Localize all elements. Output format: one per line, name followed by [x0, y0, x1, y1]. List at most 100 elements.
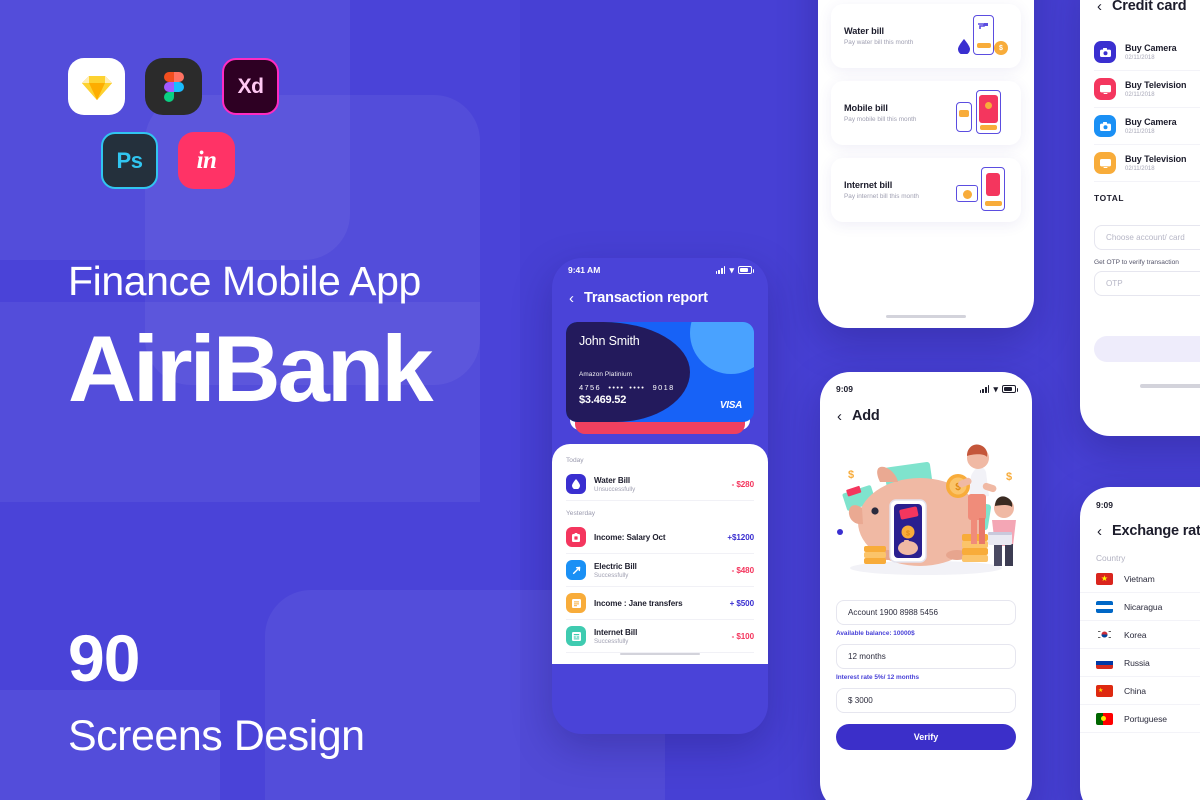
vietnam-flag: ★	[1096, 572, 1113, 585]
mobile-bill-art	[956, 90, 1008, 136]
list-item[interactable]: Buy Television 02/11/2018	[1094, 71, 1200, 108]
nicaragua-flag	[1096, 600, 1113, 613]
transaction-amount: - $100	[731, 631, 754, 641]
television-icon	[1094, 78, 1116, 100]
bill-title: Water bill	[844, 26, 885, 36]
screens-count: 90	[68, 621, 140, 695]
transaction-name: Buy Camera	[1125, 43, 1177, 53]
transaction-date: 02/11/2018	[1125, 92, 1155, 98]
transaction-navbar: ‹ Transaction report	[552, 282, 768, 316]
svg-text:$: $	[848, 469, 854, 481]
card-type: Amazon Platinium	[579, 371, 633, 378]
card-number-mask-1: ••••	[608, 383, 625, 392]
signal-icon	[979, 385, 990, 393]
home-indicator	[620, 653, 700, 655]
total-label: TOTAL	[1094, 193, 1125, 203]
status-icons: ▾	[979, 383, 1018, 394]
interest-rate-helper: Interest rate 5%/ 12 months	[836, 674, 920, 681]
hero-subtitle: Finance Mobile App	[68, 258, 421, 304]
list-item[interactable]: Nicaragua	[1080, 593, 1200, 621]
electric-icon	[566, 560, 586, 580]
page-title: Add	[852, 408, 880, 424]
card-balance: $3.469.52	[579, 394, 627, 406]
back-icon[interactable]: ‹	[1097, 524, 1102, 539]
bill-card-water[interactable]: Water bill Pay water bill this month $	[831, 4, 1021, 68]
day-label-today: Today	[566, 457, 584, 464]
term-field[interactable]: 12 months	[836, 644, 1016, 669]
bills-list: Water bill Pay water bill this month $ M…	[818, 0, 1034, 328]
list-item[interactable]: Buy Camera 02/11/2018	[1094, 34, 1200, 71]
add-body: 9:09 ▾ ‹ Add $ $ $ $ Account 1900 8988 5…	[820, 372, 1032, 800]
card-number-start: 4756	[579, 383, 602, 392]
water-bill-art: $	[956, 13, 1008, 59]
list-item[interactable]: Buy Camera 02/11/2018	[1094, 108, 1200, 145]
account-field[interactable]: Account 1900 8988 5456	[836, 600, 1016, 625]
list-item[interactable]: Portuguese	[1080, 705, 1200, 733]
transaction-name: Income: Salary Oct	[594, 532, 666, 542]
bank-card[interactable]: John Smith Amazon Platinium 4756 •••• ••…	[566, 322, 754, 422]
exchange-rate-screen: 9:09 ‹ Exchange rate Country ★ Vietnam N…	[1080, 487, 1200, 800]
card-number-mask-2: ••••	[629, 383, 646, 392]
back-icon[interactable]: ‹	[569, 291, 574, 306]
table-row[interactable]: Income: Salary Oct +$1200	[566, 521, 754, 554]
transaction-status: Successfully	[594, 571, 629, 579]
add-savings-screen: 9:09 ▾ ‹ Add $ $ $ $ Account 1900 8988 5…	[820, 372, 1032, 800]
transaction-name: Water Bill	[594, 475, 631, 485]
bill-card-internet[interactable]: Internet bill Pay internet bill this mon…	[831, 158, 1021, 222]
otp-input[interactable]: OTP	[1094, 271, 1200, 296]
country-name: China	[1124, 685, 1146, 696]
visa-logo: VISA	[719, 400, 742, 411]
adobe-xd-icon: Xd	[222, 58, 279, 115]
country-name: Korea	[1124, 629, 1147, 640]
credit-card-navbar: ‹ Credit card	[1080, 0, 1200, 24]
transaction-amount: +$1200	[727, 532, 754, 542]
table-row[interactable]: Electric Bill Successfully - $480	[566, 554, 754, 587]
camera-icon	[1094, 41, 1116, 63]
screens-count-label: Screens Design	[68, 712, 365, 760]
list-item[interactable]: Korea	[1080, 621, 1200, 649]
transaction-date: 02/11/2018	[1125, 129, 1155, 135]
transaction-report-screen: 9:41 AM ▾ ‹ Transaction report John Smit…	[552, 258, 768, 734]
exchange-navbar: ‹ Exchange rate	[1080, 515, 1200, 549]
television-icon	[1094, 152, 1116, 174]
tool-icon-row-1: Xd	[68, 58, 538, 115]
table-row[interactable]: Income : Jane transfers + $500	[566, 587, 754, 620]
list-item[interactable]: Russia	[1080, 649, 1200, 677]
transaction-name: Buy Camera	[1125, 117, 1177, 127]
pay-button[interactable]: Pay	[1094, 336, 1200, 362]
credit-card-screen: ‹ Credit card Buy Camera 02/11/2018 Buy …	[1080, 0, 1200, 436]
hero-title: AiriBank	[68, 316, 434, 421]
camera-icon	[1094, 115, 1116, 137]
list-item[interactable]: ★ China	[1080, 677, 1200, 705]
account-select-field[interactable]: Choose account/ card	[1094, 225, 1200, 250]
bill-card-mobile[interactable]: Mobile bill Pay mobile bill this month	[831, 81, 1021, 145]
bill-subtitle: Pay water bill this month	[844, 39, 914, 46]
list-item[interactable]: Buy Television 02/11/2018	[1094, 145, 1200, 182]
list-item[interactable]: ★ Vietnam	[1080, 565, 1200, 593]
transaction-name: Buy Television	[1125, 80, 1187, 90]
china-flag: ★	[1096, 684, 1113, 697]
back-icon[interactable]: ‹	[837, 409, 842, 424]
wifi-icon: ▾	[993, 383, 998, 394]
transaction-name: Internet Bill	[594, 627, 638, 637]
portugal-flag	[1096, 712, 1113, 725]
water-drop-icon	[566, 474, 586, 494]
available-balance-helper: Available balance: 10000$	[836, 630, 915, 637]
amount-field[interactable]: $ 3000	[836, 688, 1016, 713]
svg-text:$: $	[1006, 471, 1012, 483]
bank-card-stack[interactable]: John Smith Amazon Platinium 4756 •••• ••…	[566, 322, 754, 434]
table-row[interactable]: Internet Bill Successfully - $100	[566, 620, 754, 653]
table-row[interactable]: Water Bill Unsuccessfully - $280	[566, 468, 754, 501]
transaction-list-sheet: Today Water Bill Unsuccessfully - $280 Y…	[552, 444, 768, 664]
transaction-amount: + $500	[729, 598, 754, 608]
verify-button[interactable]: Verify	[836, 724, 1016, 750]
transaction-amount: - $480	[731, 565, 754, 575]
country-name: Russia	[1124, 657, 1150, 668]
adobe-xd-label: Xd	[237, 74, 264, 98]
photoshop-label: Ps	[116, 147, 143, 173]
invision-label: in	[196, 146, 217, 174]
credit-card-body: ‹ Credit card Buy Camera 02/11/2018 Buy …	[1080, 0, 1200, 436]
back-icon[interactable]: ‹	[1097, 0, 1102, 14]
korea-flag	[1096, 628, 1113, 641]
invision-icon: in	[178, 132, 235, 189]
